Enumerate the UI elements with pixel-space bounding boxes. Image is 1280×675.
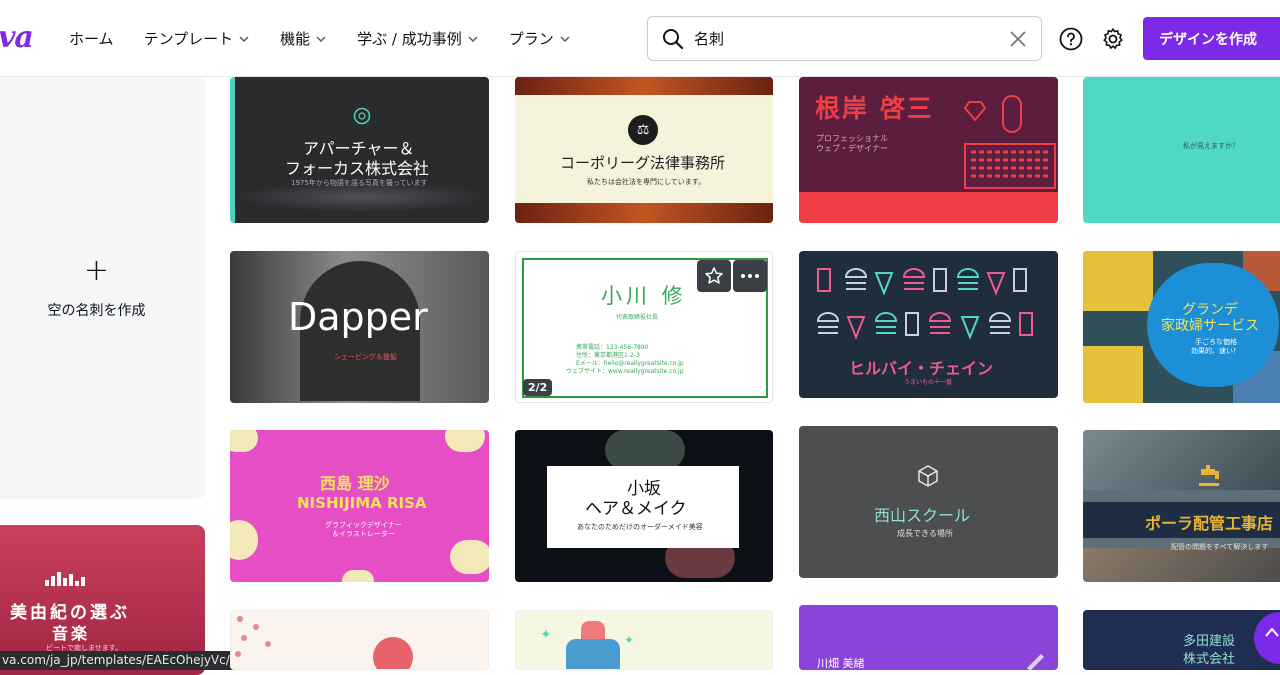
food-icons-pattern <box>816 268 1033 340</box>
chevron-down-icon <box>239 36 249 42</box>
template-subtitle: シェービング＆整髪 <box>334 353 397 361</box>
template-name: NISHIJIMA RISA <box>297 494 427 512</box>
create-blank-card[interactable]: + 空の名刺を作成 <box>0 77 205 499</box>
template-title: フォーカス株式会社 <box>285 159 430 178</box>
template-role: ＆イラストレーター <box>332 530 395 538</box>
template-subtitle: あなたのためだけのオーダーメイド美容 <box>577 523 703 531</box>
template-subtitle: 1975年から物語を語る写真を撮っています <box>291 179 428 187</box>
template-card[interactable]: アパーチャー＆ フォーカス株式会社 1975年から物語を語る写真を撮っています <box>230 77 489 223</box>
aperture-icon <box>353 107 371 125</box>
template-title: 家政婦サービス <box>1161 318 1259 334</box>
nav-learn-label: 学ぶ / 成功事例 <box>357 30 462 48</box>
template-subtitle: うまいもの十一番 <box>904 379 953 386</box>
cube-icon <box>918 465 938 487</box>
chevron-down-icon <box>316 36 326 42</box>
template-card[interactable]: 西山スクール 成長できる場所 <box>799 426 1058 578</box>
template-subtitle: 配管の問題をすべて解決します <box>1171 543 1269 551</box>
pencil-icon <box>1027 654 1044 670</box>
scale-icon: ⚖ <box>628 115 658 145</box>
template-subtitle: 成長できる場所 <box>897 529 953 538</box>
plus-icon: + <box>83 253 110 288</box>
template-name: 小川 修 <box>601 284 687 308</box>
star-icon <box>705 267 723 284</box>
template-card[interactable]: 西島 理沙 NISHIJIMA RISA グラフィックデザイナー ＆イラストレー… <box>230 430 489 582</box>
template-title: Dapper <box>288 295 428 339</box>
star-favorite-button[interactable] <box>697 260 731 292</box>
template-title: ポーラ配管工事店 <box>1145 514 1274 533</box>
template-card[interactable]: 根岸 啓三 プロフェッショナル ウェブ・デザイナー <box>799 77 1058 223</box>
status-url-bar: va.com/ja_jp/templates/EAEcOhejyVc/ <box>0 651 238 670</box>
nav-home[interactable]: ホーム <box>69 28 114 49</box>
equalizer-icon <box>45 572 85 586</box>
template-name: 根岸 啓三 <box>815 94 934 123</box>
nav-templates[interactable]: テンプレート <box>144 28 251 49</box>
search-input[interactable] <box>694 29 1009 48</box>
template-card[interactable]: 小坂 ヘア＆メイク あなたのためだけのオーダーメイド美容 <box>515 430 773 582</box>
template-title: コーポリーグ法律事務所 <box>560 154 726 172</box>
template-card[interactable]: 私が見えますか？ <box>1083 77 1280 223</box>
template-name: 川畑 美緒 <box>817 657 865 670</box>
sparkle-icon: ✦ <box>540 627 552 643</box>
template-text: 私が見えますか？ <box>1183 142 1239 150</box>
template-card[interactable]: ヒルバイ・チェイン うまいもの十一番 <box>799 251 1058 398</box>
nav-features[interactable]: 機能 <box>280 28 327 49</box>
template-detail: ウェブサイト：www.reallygreatsite.co.jp <box>566 368 684 375</box>
more-horizontal-icon <box>741 274 759 278</box>
template-card[interactable]: ポーラ配管工事店 配管の問題をすべて解決します <box>1083 430 1280 582</box>
nav-plans-label: プラン <box>508 30 554 48</box>
template-card[interactable]: ✦ ✦ <box>515 610 773 670</box>
template-title: 株式会社 <box>1183 652 1236 667</box>
keyboard-illustration <box>963 95 1056 212</box>
template-title: ヒルバイ・チェイン <box>849 359 994 378</box>
faucet-icon <box>1199 465 1219 486</box>
nav-learn[interactable]: 学ぶ / 成功事例 <box>357 28 479 49</box>
template-role: 代表取締役社長 <box>616 314 659 321</box>
chevron-down-icon <box>560 36 570 42</box>
close-icon[interactable] <box>1009 30 1027 48</box>
avatar <box>373 637 413 669</box>
nav-features-label: 機能 <box>280 30 311 48</box>
template-role: ウェブ・デザイナー <box>816 144 888 153</box>
template-subtitle: 効果的、速い！ <box>1191 347 1240 355</box>
create-blank-label: 空の名刺を作成 <box>47 303 146 319</box>
nav-home-label: ホーム <box>69 30 114 48</box>
template-card[interactable] <box>230 610 489 670</box>
create-design-button[interactable]: デザインを作成 <box>1143 17 1280 60</box>
top-navigation-bar: va ホーム テンプレート 機能 学ぶ / 成功事例 プラン 名刺 デザインを作… <box>0 0 1280 77</box>
help-circle-icon[interactable] <box>1058 26 1084 52</box>
template-title: 西山スクール <box>874 506 971 525</box>
template-subtitle: 私たちは会社法を専門にしています。 <box>587 178 706 186</box>
gear-icon[interactable] <box>1100 26 1126 52</box>
template-card[interactable]: Dapper シェービング＆整髪 <box>230 251 489 403</box>
template-card[interactable]: 川畑 美緒 <box>799 605 1058 670</box>
template-card[interactable]: 小川 修 代表取締役社長 携帯電話：123-456-7890 住所：東京都港区1… <box>515 251 773 403</box>
sparkle-icon: ✦ <box>624 633 635 647</box>
main-nav: ホーム テンプレート 機能 学ぶ / 成功事例 プラン <box>69 0 601 77</box>
page-count-badge: 2/2 <box>523 379 553 396</box>
search-box[interactable] <box>647 16 1042 61</box>
template-title: 多田建設 <box>1183 634 1236 649</box>
canva-logo[interactable]: va <box>0 20 34 55</box>
music-subtitle: 音楽 <box>52 624 91 643</box>
chevron-up-icon <box>1265 627 1279 637</box>
chevron-down-icon <box>468 36 478 42</box>
template-card[interactable]: ⚖ コーポリーグ法律事務所 私たちは会社法を専門にしています。 <box>515 77 773 223</box>
template-card[interactable]: 多田建設 株式会社 <box>1083 610 1280 670</box>
template-title: ヘア＆メイク <box>585 499 687 519</box>
nav-templates-label: テンプレート <box>143 30 234 48</box>
template-name: 西島 理沙 <box>320 474 390 493</box>
template-card[interactable]: グランデ 家政婦サービス 手ごろな価格 効果的、速い！ <box>1083 251 1280 403</box>
search-icon <box>663 28 684 49</box>
nav-plans[interactable]: プラン <box>509 28 571 49</box>
more-options-button[interactable] <box>733 260 767 292</box>
